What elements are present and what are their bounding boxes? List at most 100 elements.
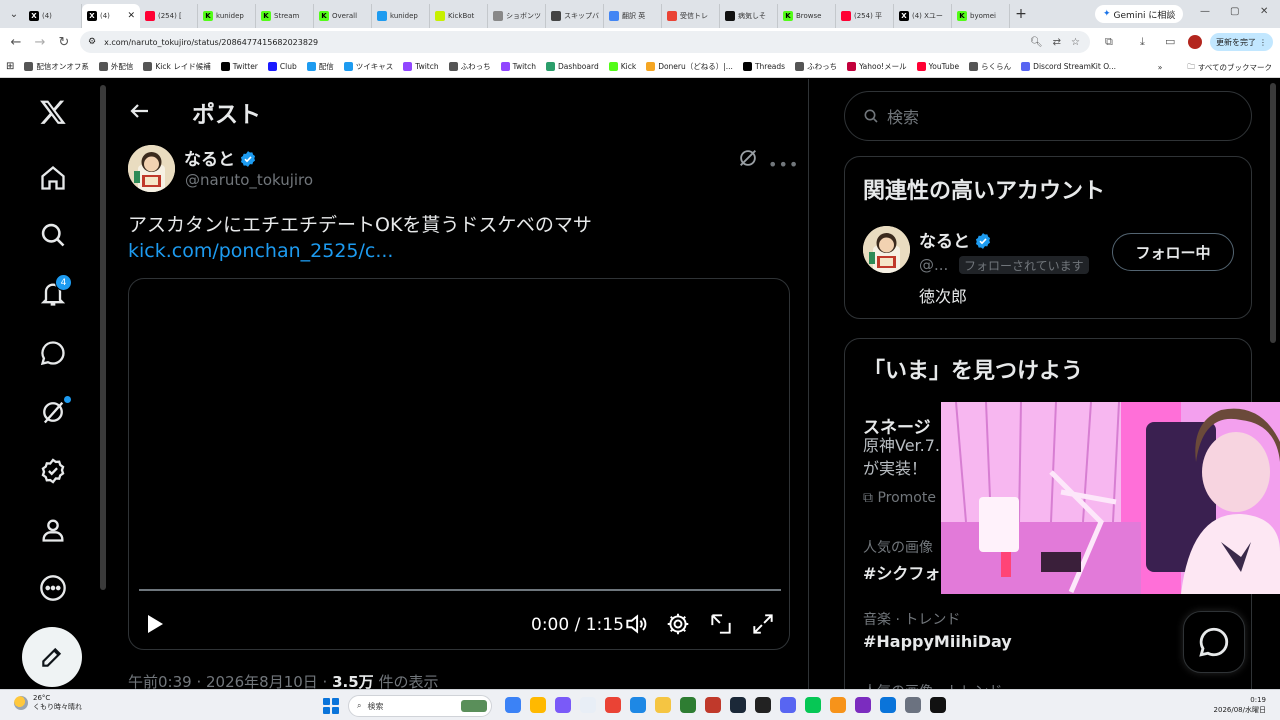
messages-icon[interactable]: [36, 336, 70, 370]
settings-gear-icon[interactable]: [665, 611, 691, 637]
browser-tab[interactable]: K Browse: [778, 4, 836, 28]
video-progress-bar[interactable]: [139, 589, 781, 591]
bookmark-item[interactable]: ツイキャス: [343, 61, 393, 72]
browser-tab[interactable]: Kbyomei: [952, 4, 1010, 28]
taskbar-app-icon[interactable]: [755, 697, 771, 713]
update-button[interactable]: 更新を完了 ⋮: [1210, 33, 1273, 51]
browser-tab[interactable]: ショボンツ: [488, 4, 546, 28]
maximize-icon[interactable]: ▢: [1230, 6, 1239, 17]
all-bookmarks[interactable]: » 🗀 すべてのブックマーク: [1158, 61, 1272, 74]
home-icon[interactable]: [36, 161, 70, 195]
browser-tab[interactable]: K Stream: [256, 4, 314, 28]
gemini-button[interactable]: ✦ Gemini に相談: [1095, 5, 1184, 23]
weather-widget[interactable]: 26°C くもり時々晴れ: [14, 694, 82, 712]
more-options-icon[interactable]: •••: [768, 155, 799, 174]
compose-post-button[interactable]: [22, 627, 82, 687]
bookmarks-overflow-icon[interactable]: »: [1158, 63, 1163, 72]
following-button[interactable]: フォロー中: [1112, 233, 1234, 271]
browser-tab[interactable]: X (4): [24, 4, 82, 28]
trend-name[interactable]: #シクフォ: [863, 560, 940, 584]
related-account-handle[interactable]: @...: [919, 256, 948, 274]
trend-name[interactable]: #HappyMiihiDay: [863, 632, 1012, 651]
bookmark-item[interactable]: Threads: [742, 61, 785, 72]
taskbar-app-icon[interactable]: [505, 697, 521, 713]
minimize-icon[interactable]: —: [1200, 6, 1210, 17]
bookmark-item[interactable]: Kick: [608, 61, 636, 72]
author-handle[interactable]: @naruto_tokujiro: [185, 171, 313, 189]
verified-orgs-icon[interactable]: [36, 454, 70, 488]
grok-icon[interactable]: [36, 395, 71, 429]
volume-icon[interactable]: [623, 611, 649, 637]
taskbar-app-icon[interactable]: [705, 697, 721, 713]
browser-tab[interactable]: 受信トレ: [662, 4, 720, 28]
notifications-icon[interactable]: 4: [36, 274, 72, 311]
translate-icon[interactable]: ⇄: [1053, 37, 1061, 48]
bookmark-item[interactable]: Yahoo!メール: [847, 61, 907, 72]
taskbar-app-icon[interactable]: [880, 697, 896, 713]
page-scrollbar[interactable]: [100, 85, 106, 590]
more-menu-icon[interactable]: [36, 571, 70, 605]
bookmark-item[interactable]: Discord StreamKit O...: [1021, 61, 1116, 72]
search-input[interactable]: 検索: [844, 91, 1252, 141]
bookmark-item[interactable]: Club: [267, 61, 297, 72]
picture-in-picture-icon[interactable]: [708, 611, 734, 637]
related-account-avatar[interactable]: [863, 226, 910, 273]
browser-tab[interactable]: 病気しそ: [720, 4, 778, 28]
bookmark-item[interactable]: Twitter: [220, 61, 258, 72]
browser-tab[interactable]: スキップバ: [546, 4, 604, 28]
download-icon[interactable]: ⤓: [1140, 35, 1145, 49]
taskbar-app-icon[interactable]: [830, 697, 846, 713]
browser-tab[interactable]: KickBot: [430, 4, 488, 28]
bookmark-item[interactable]: Dashboard: [546, 61, 599, 72]
fullscreen-icon[interactable]: [750, 611, 776, 637]
post-link[interactable]: kick.com/ponchan_2525/c...: [128, 240, 393, 262]
grok-explain-icon[interactable]: [737, 147, 759, 169]
related-account-name[interactable]: なると: [919, 227, 992, 252]
close-window-icon[interactable]: ✕: [1260, 6, 1268, 17]
site-info-icon[interactable]: ⚙: [88, 37, 96, 47]
bookmark-item[interactable]: ふわっち: [448, 61, 491, 72]
play-icon[interactable]: [145, 613, 165, 635]
taskbar-app-icon[interactable]: [905, 697, 921, 713]
post-timestamp[interactable]: 午前0:39 · 2026年8月10日 ·: [128, 673, 332, 689]
taskbar-app-icon[interactable]: [855, 697, 871, 713]
tab-search-icon[interactable]: ⌄: [4, 4, 24, 24]
browser-tab[interactable]: 翻訳 英: [604, 4, 662, 28]
taskbar-search[interactable]: ⌕ 検索: [348, 695, 492, 717]
taskbar-app-icon[interactable]: [555, 697, 571, 713]
back-icon[interactable]: ←: [4, 35, 28, 50]
sidebar-scrollbar[interactable]: [1270, 83, 1276, 343]
url-bar[interactable]: ⚙ x.com/naruto_tokujiro/status/208647741…: [80, 31, 1090, 53]
x-logo-icon[interactable]: [36, 95, 70, 129]
back-arrow-icon[interactable]: [128, 99, 152, 123]
bookmark-item[interactable]: らくらん: [969, 61, 1011, 72]
bookmark-item[interactable]: Kick レイド候補: [143, 61, 211, 72]
bookmark-item[interactable]: YouTube: [916, 61, 959, 72]
browser-tab[interactable]: (254) 平: [836, 4, 894, 28]
close-tab-icon[interactable]: ✕: [127, 11, 135, 21]
browser-tab[interactable]: K Overall: [314, 4, 372, 28]
extensions-icon[interactable]: ⧉: [1105, 35, 1113, 49]
bookmark-item[interactable]: 配信: [306, 61, 334, 72]
bookmark-item[interactable]: Twitch: [403, 61, 439, 72]
taskbar-app-icon[interactable]: [580, 697, 596, 713]
author-name[interactable]: なると: [184, 145, 257, 170]
browser-tab[interactable]: Kkunidep: [198, 4, 256, 28]
taskbar-app-icon[interactable]: [805, 697, 821, 713]
taskbar-app-icon[interactable]: [780, 697, 796, 713]
profile-icon[interactable]: [36, 513, 70, 547]
browser-tab[interactable]: kunidep: [372, 4, 430, 28]
taskbar-app-icon[interactable]: [930, 697, 946, 713]
browser-tab[interactable]: (254) [: [140, 4, 198, 28]
taskbar-app-icon[interactable]: [530, 697, 546, 713]
taskbar-app-icon[interactable]: [630, 697, 646, 713]
taskbar-app-icon[interactable]: [680, 697, 696, 713]
bookmark-item[interactable]: ふわっち: [795, 61, 837, 72]
bookmark-item[interactable]: 配信オンオフ系: [24, 61, 89, 72]
apps-icon[interactable]: ⊞: [6, 61, 14, 72]
taskbar-app-icon[interactable]: [605, 697, 621, 713]
bookmark-star-icon[interactable]: ☆: [1071, 37, 1080, 48]
sidepanel-icon[interactable]: ▭: [1165, 35, 1175, 48]
start-icon[interactable]: [323, 698, 339, 714]
messages-floating-button[interactable]: [1183, 611, 1245, 673]
